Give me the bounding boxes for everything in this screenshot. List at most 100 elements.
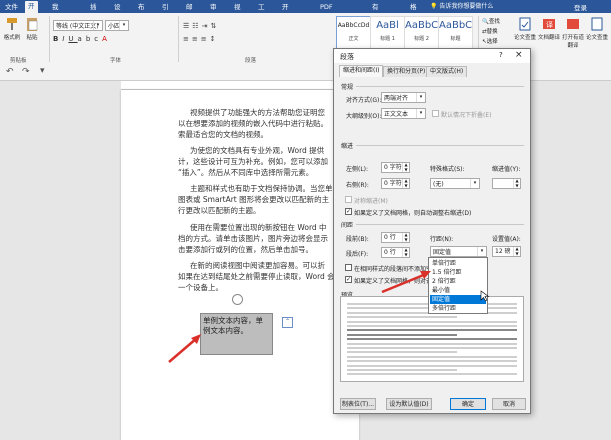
cancel-button[interactable]: 取消 xyxy=(492,398,526,410)
select-button[interactable]: ↖选择 xyxy=(482,37,510,47)
paper-check-button-2[interactable]: 论文查重 xyxy=(586,16,608,41)
space-after-spinner[interactable]: 0 行 ▲ ▼ xyxy=(381,247,410,258)
font-group-label: 字体 xyxy=(110,58,122,64)
line-spacing-option[interactable]: 固定值 xyxy=(430,295,486,304)
undo-icon[interactable]: ↶ xyxy=(6,67,14,77)
preview-line xyxy=(347,360,517,363)
tab-11[interactable]: PDF工具集 xyxy=(317,2,336,44)
align-left-icon[interactable]: ≡ xyxy=(183,35,192,43)
paper-check-button[interactable]: 论文查重 xyxy=(514,16,536,41)
style-0[interactable]: AaBbCcDd 正文 xyxy=(336,16,371,52)
spinner-arrows-icon[interactable]: ▲ ▼ xyxy=(402,232,409,242)
tab-asian-typography[interactable]: 中文版式(H) xyxy=(426,66,468,77)
strikethrough-icon[interactable]: abc xyxy=(78,35,103,43)
numbering-icon[interactable]: ☷ xyxy=(192,22,201,30)
tab-3[interactable]: 设计 xyxy=(111,2,124,22)
line-spacing-select[interactable]: 固定值 ▾ xyxy=(430,246,487,257)
tab-6[interactable]: 邮件 xyxy=(183,2,196,22)
bullets-icon[interactable]: ☰ xyxy=(183,22,192,30)
line-spacing-option[interactable]: 1.5 倍行距 xyxy=(430,268,486,277)
tab-9[interactable]: 工具 xyxy=(255,2,268,22)
find-button[interactable]: 🔍查找 xyxy=(482,17,510,27)
align-right-icon[interactable]: ≡ xyxy=(201,35,210,43)
selected-text: 单例文本内容，单 例文本内容。 xyxy=(203,316,263,336)
customize-icon[interactable]: ▾ xyxy=(40,66,45,76)
set-default-button[interactable]: 设为默认值(D) xyxy=(386,398,432,410)
collapsed-checkbox[interactable] xyxy=(432,110,439,117)
group-divider xyxy=(178,16,179,62)
sort-icon[interactable]: ⇅ xyxy=(210,22,219,30)
tab-indent-spacing[interactable]: 缩进和间距(I) xyxy=(339,65,384,77)
layout-options-icon[interactable]: ⌃ xyxy=(282,317,293,328)
close-icon[interactable]: × xyxy=(515,50,523,60)
tab-5[interactable]: 引用 xyxy=(159,2,172,22)
help-icon[interactable]: ? xyxy=(499,51,503,59)
document-line: 在新的阅读视图中阅读更加容易。可以折 xyxy=(190,261,325,270)
spinner-arrows-icon[interactable]: ▲ ▼ xyxy=(513,178,520,188)
space-before-label: 段前(B): xyxy=(346,236,369,243)
font-color-icon[interactable]: A xyxy=(102,35,111,43)
spinner-arrows-icon[interactable]: ▲ ▼ xyxy=(402,162,409,172)
line-spacing-option[interactable]: 单倍行距 xyxy=(430,259,486,268)
ok-button[interactable]: 确定 xyxy=(450,398,486,410)
doc-translate-button[interactable]: 译文档翻译 xyxy=(538,16,560,41)
preview-line xyxy=(347,355,517,358)
line-spacing-option[interactable]: 多倍行距 xyxy=(430,304,486,313)
special-indent-select[interactable]: (无) ▾ xyxy=(430,178,480,189)
sign-in-link[interactable]: 登录 xyxy=(574,2,587,12)
auto-adjust-checkbox[interactable]: ✓ xyxy=(345,208,352,215)
line-spacing-option[interactable]: 最小值 xyxy=(430,286,486,295)
indent-left-spinner[interactable]: 0 字符 ▲ ▼ xyxy=(381,162,410,173)
tab-file[interactable]: 文件 xyxy=(2,2,21,13)
style-1[interactable]: AaBl 标题 1 xyxy=(370,16,405,52)
spinner-arrows-icon[interactable]: ▲ ▼ xyxy=(402,178,409,188)
mirror-indent-checkbox[interactable] xyxy=(345,196,352,203)
bold-icon[interactable]: B xyxy=(53,35,62,43)
line-spacing-icon[interactable]: ↕ xyxy=(210,35,219,43)
indent-by-spinner[interactable]: ▲ ▼ xyxy=(492,178,521,189)
align-center-icon[interactable]: ≡ xyxy=(192,35,201,43)
style-2[interactable]: AaBbC 标题 2 xyxy=(404,16,439,52)
tab-8[interactable]: 视图 xyxy=(231,2,244,22)
paste-button[interactable]: 粘贴 xyxy=(22,16,42,41)
style-name: 标题 1 xyxy=(380,36,395,42)
style-3[interactable]: AaBbC 标题 xyxy=(438,16,473,52)
space-before-spinner[interactable]: 0 行 ▲ ▼ xyxy=(381,232,410,243)
mirror-indent-label: 对称缩进(M) xyxy=(354,198,388,205)
tab-line-page-breaks[interactable]: 换行和分页(P) xyxy=(383,66,430,77)
tab-10[interactable]: 开发工具 xyxy=(279,2,292,44)
spinner-arrows-icon[interactable]: ▲ ▼ xyxy=(402,247,409,257)
tabs-button[interactable]: 制表位(T)... xyxy=(340,398,376,410)
tab-2[interactable]: 插入 xyxy=(87,2,100,22)
font-format-buttons[interactable]: BIUabcA xyxy=(53,35,163,45)
chevron-down-icon: ▾ xyxy=(119,21,128,30)
font-name-combo[interactable]: 等线 (中文正文) ▾ xyxy=(53,20,103,31)
tab-1[interactable]: 我的模板 xyxy=(49,2,62,44)
outline-level-select[interactable]: 正文文本 ▾ xyxy=(381,108,426,119)
tab-0[interactable]: 开始 xyxy=(25,1,38,21)
special-indent-label: 特殊格式(S): xyxy=(430,166,465,173)
indent-right-spinner[interactable]: 0 字符 ▲ ▼ xyxy=(381,178,410,189)
tab-4[interactable]: 布局 xyxy=(135,2,148,22)
tab-13[interactable]: 格式 xyxy=(407,2,420,22)
paragraph-tools[interactable]: ☰☷⇥⇅ ≡≡≡↕ xyxy=(183,20,323,50)
spacing-at-spinner[interactable]: 12 磅 ▲ ▼ xyxy=(492,246,521,257)
open-youdao-button[interactable]: 打开有道翻译 xyxy=(562,16,584,49)
redo-icon[interactable]: ↷ xyxy=(22,67,30,77)
format-painter-button[interactable]: 格式刷 xyxy=(2,16,22,41)
line-spacing-dropdown[interactable]: 单倍行距 1.5 倍行距 2 倍行距 最小值 固定值 多倍行距 xyxy=(428,257,488,314)
line-spacing-option[interactable]: 2 倍行距 xyxy=(430,277,486,286)
rotate-handle-icon[interactable] xyxy=(232,294,243,305)
replace-button[interactable]: ⇄替换 xyxy=(482,27,510,37)
alignment-select[interactable]: 两端对齐 ▾ xyxy=(381,92,426,103)
no-space-same-style-checkbox[interactable] xyxy=(345,264,352,271)
horizontal-ruler[interactable] xyxy=(121,81,359,90)
spinner-arrows-icon[interactable]: ▲ ▼ xyxy=(513,246,520,256)
tab-12[interactable]: 有道翻译 xyxy=(369,2,382,44)
tab-7[interactable]: 审阅 xyxy=(207,2,220,22)
font-size-combo[interactable]: 小四 ▾ xyxy=(105,20,129,31)
dialog-title: 段落 xyxy=(340,53,354,61)
tell-me-search[interactable]: 💡 告诉我你想要做什么 xyxy=(430,2,540,11)
snap-to-grid-checkbox[interactable]: ✓ xyxy=(345,276,352,283)
underline-icon[interactable]: U xyxy=(68,35,77,43)
